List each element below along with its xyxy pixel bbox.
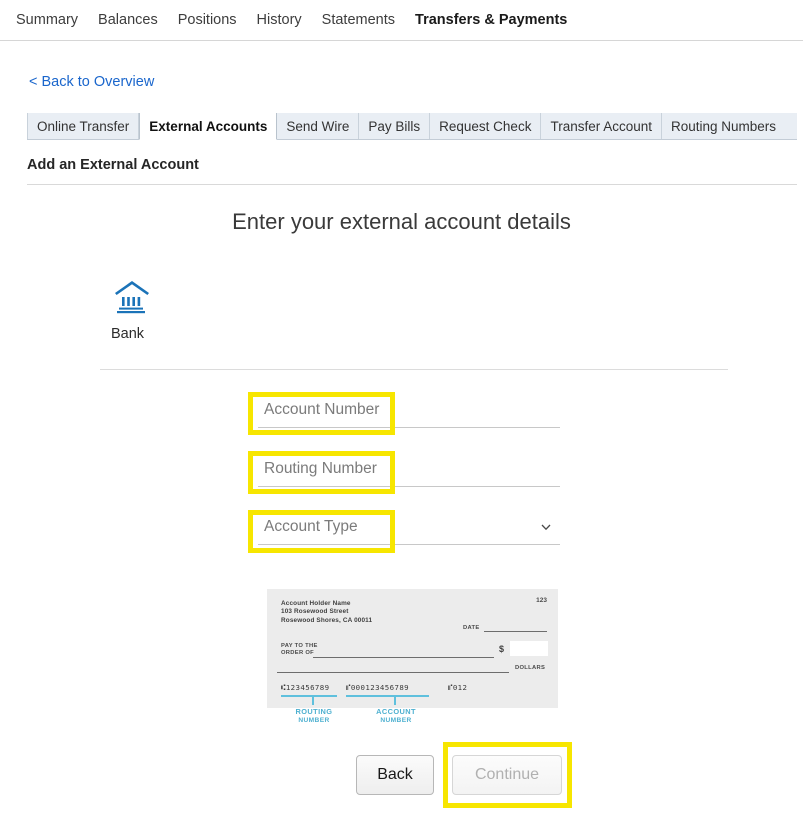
check-amount-box	[510, 641, 548, 656]
check-date-label: DATE	[463, 625, 480, 631]
form-divider	[100, 369, 728, 370]
check-micr-check-number: ⑈012	[448, 683, 468, 692]
check-holder-name: Account Holder Name	[281, 600, 351, 607]
account-type-underline	[258, 544, 560, 545]
back-to-overview-link[interactable]: < Back to Overview	[29, 74, 154, 90]
check-routing-caption-line2: NUMBER	[298, 716, 330, 724]
tab-request-check[interactable]: Request Check	[430, 113, 542, 139]
check-date-line	[484, 631, 547, 632]
routing-underline-marker	[281, 695, 337, 697]
page-heading: Enter your external account details	[232, 209, 571, 234]
account-type-placeholder: Account Type	[264, 518, 358, 535]
tab-online-transfer[interactable]: Online Transfer	[27, 113, 140, 139]
continue-button[interactable]: Continue	[452, 755, 562, 795]
check-pay-line1: PAY TO THE	[281, 643, 318, 649]
sample-check-image: Account Holder Name 103 Rosewood Street …	[267, 589, 558, 708]
check-payee-line	[313, 657, 494, 658]
topnav-item-transfers-and-payments[interactable]: Transfers & Payments	[405, 0, 577, 40]
tab-transfer-account[interactable]: Transfer Account	[541, 113, 662, 139]
check-account-caption: ACCOUNT NUMBER	[365, 707, 427, 725]
tab-pay-bills[interactable]: Pay Bills	[359, 113, 431, 139]
account-number-field[interactable]: Account Number	[258, 398, 560, 428]
account-tick-marker	[394, 695, 396, 705]
tab-external-accounts[interactable]: External Accounts	[139, 113, 278, 140]
routing-number-field[interactable]: Routing Number	[258, 457, 560, 487]
top-navigation: Summary Balances Positions History State…	[0, 0, 803, 41]
check-holder-block: Account Holder Name 103 Rosewood Street …	[281, 600, 372, 625]
check-address-line1: 103 Rosewood Street	[281, 608, 349, 616]
section-divider	[27, 184, 797, 185]
check-account-caption-line2: NUMBER	[380, 716, 412, 724]
account-type-bank-option[interactable]: Bank	[111, 278, 221, 342]
account-number-underline	[258, 427, 560, 428]
check-address-line2: Rosewood Shores, CA 00011	[281, 616, 373, 624]
account-type-select[interactable]: Account Type	[258, 515, 560, 545]
check-pay-line2: ORDER OF	[281, 650, 314, 657]
bank-icon	[115, 281, 149, 314]
routing-number-underline	[258, 486, 560, 487]
topnav-item-positions[interactable]: Positions	[168, 0, 247, 40]
sub-tab-bar: Online Transfer External Accounts Send W…	[27, 113, 797, 140]
check-pay-to-label: PAY TO THE ORDER OF	[281, 643, 318, 658]
check-number: 123	[536, 597, 547, 604]
account-number-placeholder: Account Number	[264, 401, 380, 418]
tab-routing-numbers[interactable]: Routing Numbers	[662, 113, 785, 139]
topnav-item-balances[interactable]: Balances	[88, 0, 168, 40]
check-account-caption-line1: ACCOUNT	[376, 707, 416, 716]
routing-tick-marker	[312, 695, 314, 705]
topnav-item-statements[interactable]: Statements	[312, 0, 405, 40]
topnav-item-summary[interactable]: Summary	[6, 0, 88, 40]
check-amount-words-line	[277, 672, 509, 673]
section-title: Add an External Account	[27, 157, 199, 173]
account-underline-marker	[346, 695, 429, 697]
chevron-down-icon[interactable]	[540, 521, 552, 533]
check-micr-account: ⑈000123456789	[346, 683, 410, 692]
back-button[interactable]: Back	[356, 755, 434, 795]
check-micr-routing: ⑆123456789	[281, 683, 330, 692]
topnav-item-history[interactable]: History	[247, 0, 312, 40]
tab-send-wire[interactable]: Send Wire	[277, 113, 360, 139]
check-currency-symbol: $	[499, 644, 505, 654]
check-dollars-label: DOLLARS	[515, 665, 546, 671]
check-routing-caption-line1: ROUTING	[295, 707, 333, 716]
routing-number-placeholder: Routing Number	[264, 460, 377, 477]
check-routing-caption: ROUTING NUMBER	[283, 707, 345, 725]
bank-option-label: Bank	[111, 326, 145, 342]
